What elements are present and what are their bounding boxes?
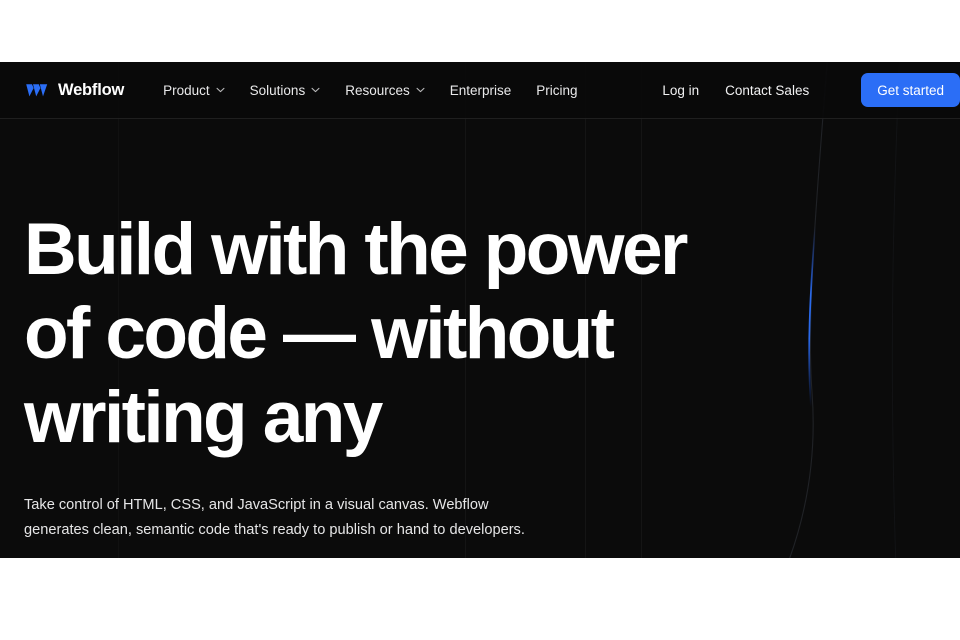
get-started-button[interactable]: Get started: [861, 73, 960, 107]
page-title: Build with the power of code — without w…: [24, 208, 794, 460]
account-nav-links: Log in Contact Sales Get started: [662, 73, 960, 107]
nav-item-label: Resources: [345, 82, 410, 98]
page-root: Webflow Product Solutions Resources Ente…: [0, 0, 960, 640]
contact-sales-link[interactable]: Contact Sales: [725, 83, 809, 98]
primary-nav-links: Product Solutions Resources Enterprise P…: [163, 83, 577, 98]
nav-item-product[interactable]: Product: [163, 83, 225, 98]
nav-item-label: Solutions: [249, 82, 306, 98]
nav-item-label: Enterprise: [449, 82, 512, 98]
top-navigation-bar: Webflow Product Solutions Resources Ente…: [0, 62, 960, 119]
login-link[interactable]: Log in: [662, 83, 699, 98]
nav-item-label: Product: [163, 82, 210, 98]
nav-item-enterprise[interactable]: Enterprise: [450, 83, 512, 98]
headline-line: writing any: [24, 377, 383, 458]
chevron-down-icon: [311, 87, 320, 93]
headline-line: Build with the power: [24, 209, 688, 290]
nav-item-pricing[interactable]: Pricing: [536, 83, 577, 98]
contact-sales-label: Contact Sales: [725, 82, 810, 98]
headline-line: of code — without: [24, 293, 615, 374]
webflow-logo-link[interactable]: Webflow: [24, 81, 124, 100]
hero-subheading: Take control of HTML, CSS, and JavaScrip…: [24, 493, 624, 542]
chevron-down-icon: [416, 87, 425, 93]
subheading-line: Take control of HTML, CSS, and JavaScrip…: [24, 497, 489, 513]
nav-item-solutions[interactable]: Solutions: [250, 83, 321, 98]
webflow-w-mark-icon: [26, 83, 48, 96]
subheading-line: generates clean, semantic code that's re…: [24, 521, 525, 538]
chevron-down-icon: [216, 87, 225, 93]
brand-name-label: Webflow: [58, 80, 125, 99]
browser-viewport: Webflow Product Solutions Resources Ente…: [0, 62, 960, 558]
login-label: Log in: [662, 82, 700, 98]
hero-section: Build with the power of code — without w…: [24, 208, 960, 542]
nav-item-label: Pricing: [536, 82, 578, 98]
nav-item-resources[interactable]: Resources: [345, 83, 425, 98]
